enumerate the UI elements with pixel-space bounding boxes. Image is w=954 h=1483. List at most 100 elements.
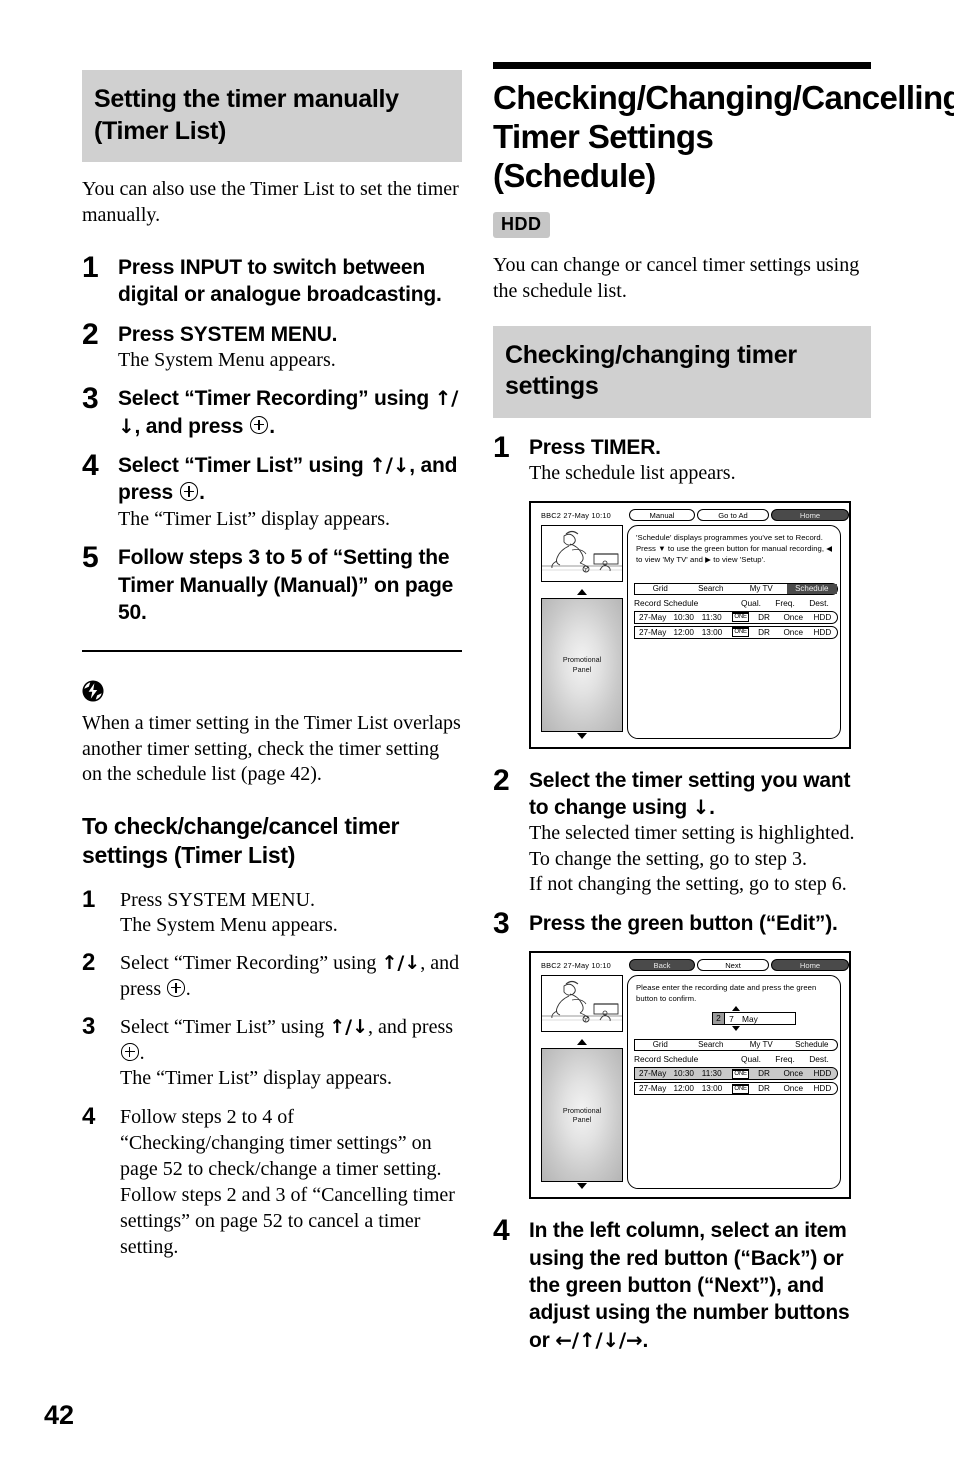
tv-tab-schedule[interactable]: Schedule [787,1040,838,1050]
row-date: 27-May [639,612,667,622]
step-text-post: . [269,414,275,438]
table-row[interactable]: 27-May 12:00 13:00 ONE DR Once HDD [634,625,838,639]
step-number: 1 [493,430,510,464]
tv-button-home[interactable]: Home [771,508,849,521]
tv-promotional-panel-group: Promotional Panel [541,1039,623,1190]
row-frequency: Once [783,627,804,637]
row-start-time: 12:00 [673,627,694,637]
date-spinner-down-icon[interactable] [732,1026,740,1032]
tv-button-manual[interactable]: Manual [629,508,695,521]
tv-promotional-panel: Promotional Panel [541,1048,623,1183]
step-title: Press SYSTEM MENU. [118,322,338,346]
step-number: 2 [82,949,96,977]
date-spinner-up-icon[interactable] [732,1006,740,1012]
step-text-post: . [199,481,205,505]
step-item: 2 Select the timer setting you want to c… [493,763,871,898]
tv-description-text: 'Schedule' displays programmes you've se… [636,532,833,564]
tv-button-row: Back Next Home [629,959,849,972]
tv-button-back[interactable]: Back [629,959,695,972]
scroll-up-arrow-icon[interactable] [577,1039,587,1046]
step-item: 2 Select “Timer Recording” using ↑/↓, an… [82,950,462,1002]
tv-tab-bar: Grid Search My TV Schedule [634,582,838,595]
scroll-down-arrow-icon[interactable] [577,1183,587,1190]
step-item: 3 Select “Timer List” using ↑/↓, and pre… [82,1014,462,1092]
date-digit-units[interactable]: 7 [725,1014,738,1024]
updown-arrow-icon: ↑/↓ [329,1016,369,1039]
hdd-badge: HDD [493,211,550,238]
tv-tab-grid[interactable]: Grid [635,584,686,594]
tv-button-home[interactable]: Home [771,959,849,972]
row-destination: HDD [813,1069,832,1079]
intro-paragraph: You can also use the Timer List to set t… [82,178,459,226]
tv-tab-my-tv[interactable]: My TV [736,1040,787,1050]
section-heading-timer-list: Setting the timer manually (Timer List) [82,70,462,162]
step-text-pre: Select the timer setting you want to cha… [529,768,851,819]
scroll-up-arrow-icon[interactable] [577,588,587,595]
step-note: The System Menu appears. [118,348,336,371]
tv-table-title: Record Schedule [634,597,699,608]
football-player-illustration [542,976,622,1032]
note-text: When a timer setting in the Timer List o… [82,712,461,786]
subsection-heading-check-change-cancel: To check/change/cancel timer settings (T… [82,812,400,869]
row-start-time: 12:00 [673,1084,694,1094]
row-end-time: 13:00 [701,627,723,637]
table-row[interactable]: 27-May 12:00 13:00 ONE DR Once HDD [634,1082,838,1096]
step-text-mid: , and press [134,414,249,438]
step-item: 3 Press the green button (“Edit”). BBC2 … [493,909,871,1200]
tv-table-title: Record Schedule [634,1054,699,1065]
step-text-pre: Select “Timer Recording” using [118,387,435,411]
left-column: Setting the timer manually (Timer List) … [82,70,462,1260]
tv-tab-search[interactable]: Search [686,1040,737,1050]
tv-col-dest: Dest. [809,597,829,608]
tv-preview-thumbnail [541,524,623,582]
tv-tab-my-tv[interactable]: My TV [736,584,787,594]
step-title: Select “Timer List” using ↑/↓, and press… [118,452,462,507]
step-number: 2 [493,763,510,797]
date-month[interactable]: May [738,1014,758,1024]
tv-table-header: Record Schedule Qual. Freq. Dest. [634,1054,836,1064]
tv-col-freq: Freq. [775,1054,795,1065]
tv-description-text: Please enter the recording date and pres… [636,983,817,1004]
date-editor-field[interactable]: 2 7 May [712,1012,796,1026]
step-title: Press the green button (“Edit”). [529,912,838,936]
direction-arrows-icon: ←/↑/↓/→ [555,1327,643,1352]
subsection-heading-checking-changing: Checking/changing timer settings [493,325,871,418]
step-item: 1 Press INPUT to switch between digital … [82,251,462,309]
step-text-pre: Select “Timer Recording” using [120,952,382,975]
tv-status-bar: BBC2 27-May 10:10 [541,961,611,971]
page-number: 42 [44,1400,75,1430]
table-row[interactable]: 27-May 10:30 11:30 ONE DR Once HDD [634,1067,838,1081]
step-title: Select the timer setting you want to cha… [529,767,871,822]
date-digit-tens[interactable]: 2 [713,1013,725,1025]
tv-tab-schedule[interactable]: Schedule [786,583,837,594]
row-quality: DR [758,612,770,622]
tv-tab-search[interactable]: Search [686,584,737,594]
row-end-time: 11:30 [701,1069,722,1079]
enter-button-icon [121,1043,139,1061]
step-title: In the left column, select an item using… [529,1217,871,1353]
channel-logo-icon: ONE [732,612,749,623]
step-number: 4 [82,1103,96,1130]
step-note: The System Menu appears. [120,913,338,936]
row-date: 27-May [639,1069,667,1079]
channel-logo-icon: ONE [732,627,749,638]
step-text-post: . [642,1328,649,1352]
tv-button-row: Manual Go to Ad Home [629,508,849,522]
tv-screen-figure-edit: BBC2 27-May 10:10 Back Next Home Promoti… [529,951,851,1200]
tv-button-go-to-ad[interactable]: Go to Ad [697,508,769,521]
step-number: 1 [82,251,99,284]
step-number: 3 [82,1013,96,1041]
tv-button-next[interactable]: Next [697,959,769,972]
row-date: 27-May [639,627,667,637]
down-arrow-icon: ↓ [692,795,710,819]
enter-button-icon [167,979,185,997]
row-quality: DR [758,1084,770,1094]
section-divider [82,650,462,653]
step-title: Select “Timer Recording” using ↑/↓, and … [120,950,462,1002]
step-note: The “Timer List” display appears. [120,1067,392,1090]
row-frequency: Once [783,612,804,622]
scroll-down-arrow-icon[interactable] [577,732,587,739]
intro-paragraph: You can change or cancel timer settings … [493,253,860,302]
tv-tab-grid[interactable]: Grid [635,1040,686,1050]
table-row[interactable]: 27-May 10:30 11:30 ONE DR Once HDD [634,610,838,624]
